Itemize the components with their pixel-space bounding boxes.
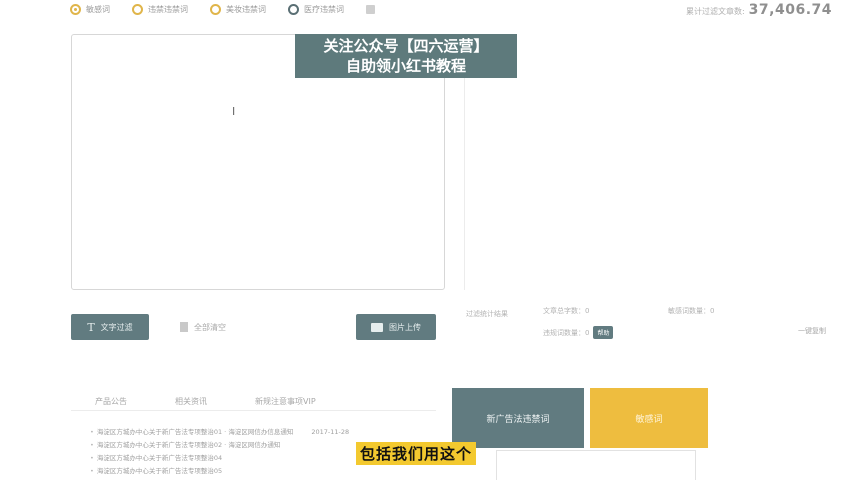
stat-hit-count: 违规词数量：0 [543, 328, 590, 337]
sensitive-words-card[interactable]: 敏感词 [590, 388, 708, 448]
clear-label: 全部清空 [194, 322, 226, 332]
mode-label: 违禁违禁词 [148, 5, 188, 14]
promo-banner: 关注公众号【四六运营】 自助领小红书教程 [295, 34, 517, 78]
stat-sensitive-count: 敏感词数量：0 [668, 307, 715, 315]
document-icon [180, 322, 188, 332]
card-label: 新广告法违禁词 [486, 414, 550, 425]
radio-icon [70, 4, 81, 15]
upload-label: 图片上传 [389, 322, 421, 332]
settings-square-icon[interactable] [366, 5, 375, 14]
mode-label: 敏感词 [86, 5, 110, 14]
mode-option-sensitive[interactable]: 敏感词 [70, 4, 110, 15]
filter-label: 文字过滤 [100, 322, 133, 332]
stat-hits-row: 违规词数量：0 帮助 [543, 326, 614, 339]
stats-title: 过滤统计结果 [466, 310, 508, 318]
clear-all-button[interactable]: 全部清空 [168, 314, 238, 340]
copy-all-link[interactable]: 一键复制 [798, 326, 826, 336]
radio-icon [210, 4, 221, 15]
text-icon: T [87, 320, 95, 334]
news-title: 海淀区方城办中心关于新广告法专项整治02 · 海淀区网信办通知 [96, 441, 281, 449]
promo-line-1: 关注公众号【四六运营】 [323, 37, 489, 55]
mode-option-medical[interactable]: 医疗违禁词 [288, 4, 344, 15]
card-label: 敏感词 [635, 414, 663, 425]
image-icon [371, 322, 383, 332]
radio-icon [132, 4, 143, 15]
promo-line-2: 自助领小红书教程 [345, 57, 466, 75]
result-panel [464, 34, 830, 290]
list-item[interactable]: • 海淀区方城办中心关于新广告法专项整治05 [90, 465, 349, 478]
mode-option-beauty[interactable]: 美妆违禁词 [210, 4, 266, 15]
news-title: 海淀区方城办中心关于新广告法专项整治05 [96, 467, 223, 475]
tab-new-rules[interactable]: 新规注意事项VIP [231, 396, 340, 407]
mode-label: 美妆违禁词 [226, 5, 266, 14]
tab-announcements[interactable]: 产品公告 [71, 396, 151, 407]
news-title: 海淀区方城办中心关于新广告法专项整治04 [96, 454, 223, 462]
news-date: 2017-11-28 [311, 428, 350, 436]
news-title: 海淀区方城办中心关于新广告法专项整治01 · 海淀区网信办信息通知 [96, 428, 294, 436]
mode-option-banned[interactable]: 违禁违禁词 [132, 4, 188, 15]
total-value: 37,406.74 [748, 2, 832, 18]
text-cursor-icon: I [232, 105, 236, 118]
upload-image-button[interactable]: 图片上传 [356, 314, 436, 340]
radio-icon [288, 4, 299, 15]
list-item[interactable]: • 海淀区方城办中心关于新广告法专项整治04 [90, 452, 349, 465]
ad-law-banned-words-card[interactable]: 新广告法违禁词 [452, 388, 584, 448]
news-list: • 海淀区方城办中心关于新广告法专项整治01 · 海淀区网信办信息通知 2017-… [90, 426, 349, 478]
list-item[interactable]: • 海淀区方城办中心关于新广告法专项整治01 · 海淀区网信办信息通知 2017-… [90, 426, 349, 439]
help-button[interactable]: 帮助 [593, 326, 614, 339]
video-subtitle: 包括我们用这个 [356, 442, 477, 465]
mode-label: 医疗违禁词 [304, 5, 344, 14]
list-item[interactable]: • 海淀区方城办中心关于新广告法专项整治02 · 海淀区网信办通知 [90, 439, 349, 452]
stat-word-count: 文章总字数：0 [543, 307, 590, 315]
total-label: 累计过滤文章数: [685, 7, 745, 16]
tab-news[interactable]: 相关资讯 [151, 396, 231, 407]
filter-mode-group: 敏感词 违禁违禁词 美妆违禁词 医疗违禁词 [70, 4, 375, 15]
total-counter: 累计过滤文章数: 37,406.74 [686, 2, 832, 18]
info-tabs: 产品公告 相关资讯 新规注意事项VIP [71, 396, 340, 407]
tab-divider [71, 410, 436, 411]
subtitle-text: 包括我们用这个 [360, 445, 473, 463]
overlay-popup [496, 450, 696, 480]
filter-text-button[interactable]: T 文字过滤 [71, 314, 149, 340]
